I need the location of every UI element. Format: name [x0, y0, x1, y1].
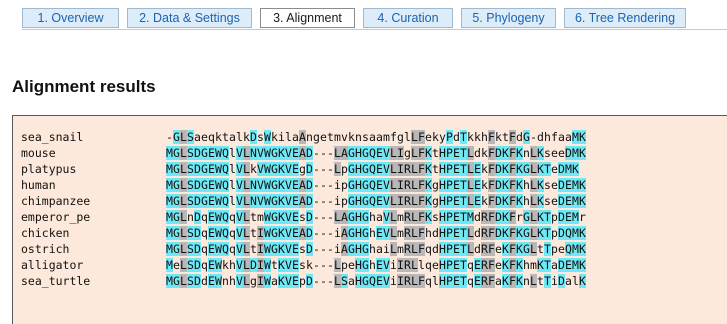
sequence-name: emperor_pe — [21, 210, 91, 224]
sequence-name: mouse — [21, 146, 56, 160]
sequence-name: human — [21, 178, 56, 192]
tab-overview[interactable]: 1. Overview — [22, 8, 119, 28]
sequence-residues: MGLSDqEWQqVLtIWGKVEsD---iAGHGhaiLmRLFqdH… — [166, 242, 586, 256]
sequence-residues: MGLSDGEWQlVLNVWGKVEAD---ipGHGQEVLIRLFKgH… — [166, 194, 586, 208]
tab-alignment[interactable]: 3. Alignment — [260, 8, 355, 28]
tab-tree-rendering[interactable]: 6. Tree Rendering — [564, 8, 686, 28]
tab-underline — [22, 29, 727, 30]
tab-bar: 1. Overview 2. Data & Settings 3. Alignm… — [22, 8, 686, 28]
sequence-name: chicken — [21, 226, 70, 240]
tab-data-settings[interactable]: 2. Data & Settings — [127, 8, 252, 28]
sequence-residues: MGLSDGEWQlVLNVWGKVEAD---LAGHGQEVLIgLFKtH… — [166, 146, 586, 160]
sequence-name: alligator — [21, 258, 84, 272]
sequence-residues: MeLSDqEWkhVLDIWtKVEsk---LpeHGhEViIRLlqeH… — [166, 258, 586, 272]
sequence-name: sea_snail — [21, 130, 84, 144]
sequence-name: sea_turtle — [21, 274, 91, 288]
sequence-name: chimpanzee — [21, 194, 91, 208]
alignment-panel: sea_snail - G L Sa e q k t a l k Ds Wk i l a An g e t m v k n s a a… — [12, 115, 727, 324]
sequence-residues: MGLSDGEWQlVLkVWGKVEgD---LpGHGQEVLIRLFKtH… — [166, 162, 579, 176]
sequence-name: platypus — [21, 162, 77, 176]
sequence-residues: MGLSDdEWnhVLgIWaKVEpD---LSaHGQEViIRLFqlH… — [166, 274, 586, 288]
sequence-residues: MGLSDqEWQqVLtIWGKVEAD---iAGHGhEVLmRLFhdH… — [166, 226, 586, 240]
tab-phylogeny[interactable]: 5. Phylogeny — [461, 8, 556, 28]
tab-curation[interactable]: 4. Curation — [363, 8, 453, 28]
page-title: Alignment results — [12, 77, 156, 96]
sequence-name: ostrich — [21, 242, 70, 256]
sequence-residues: MGLSDGEWQlVLNVWGKVEAD---ipGHGQEVLIRLFKgH… — [166, 178, 586, 192]
sequence-residues: -GLSaeqktalkDsWkilaAngetmvknsaamfglLFeky… — [166, 130, 586, 144]
sequence-residues: MGLnDqEWQqVLtmWGKVEsD---LAGHGhaVLmRLFKsH… — [166, 210, 586, 224]
